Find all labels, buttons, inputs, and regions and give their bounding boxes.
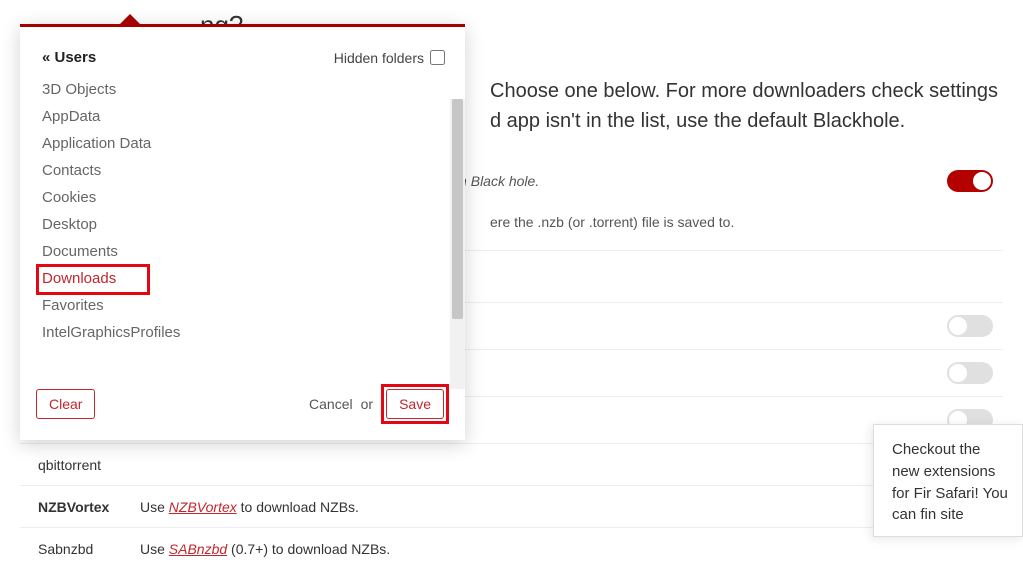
qbittorrent-label: qbittorrent <box>20 457 140 473</box>
generic-toggle-1[interactable] <box>947 315 993 337</box>
hidden-folders-toggle[interactable]: Hidden folders <box>334 50 445 66</box>
folder-item[interactable]: Application Data <box>42 130 449 157</box>
scrollbar[interactable] <box>450 99 465 389</box>
hidden-folders-checkbox[interactable] <box>430 50 445 65</box>
blackhole-toggle[interactable] <box>947 170 993 192</box>
folder-item[interactable]: Downloads <box>42 265 449 292</box>
page-subtitle: Choose one below. For more downloaders c… <box>490 76 1003 136</box>
folder-item[interactable]: 3D Objects <box>42 76 449 103</box>
generic-toggle-2[interactable] <box>947 362 993 384</box>
cancel-button[interactable]: Cancel <box>309 396 353 412</box>
folder-item[interactable]: Cookies <box>42 184 449 211</box>
popup-footer: Clear Cancel or Save <box>36 366 449 424</box>
row-nzbvortex: NZBVortex Use NZBVortex to download NZBs… <box>20 485 1003 527</box>
nzbvortex-label: NZBVortex <box>20 499 140 515</box>
nzbvortex-link[interactable]: NZBVortex <box>169 499 237 515</box>
clear-button[interactable]: Clear <box>36 389 95 419</box>
row-sabnzbd: Sabnzbd Use SABnzbd (0.7+) to download N… <box>20 527 1003 569</box>
blackhole-help: ere the .nzb (or .torrent) file is saved… <box>490 204 1003 250</box>
save-button[interactable]: Save <box>386 389 444 419</box>
folder-item[interactable]: Desktop <box>42 211 449 238</box>
folder-list-container: 3D ObjectsAppDataApplication DataContact… <box>36 76 449 366</box>
folder-picker-popup: « Users Hidden folders 3D ObjectsAppData… <box>20 24 465 440</box>
popup-arrow-icon <box>120 14 140 24</box>
scrollbar-thumb[interactable] <box>452 99 463 319</box>
notification-text: Checkout the new extensions for Fir Safa… <box>892 441 1008 523</box>
folder-list: 3D ObjectsAppDataApplication DataContact… <box>36 76 449 366</box>
hidden-folders-label: Hidden folders <box>334 50 424 66</box>
folder-item[interactable]: Documents <box>42 238 449 265</box>
folder-item[interactable]: Favorites <box>42 292 449 319</box>
folder-item[interactable]: AppData <box>42 103 449 130</box>
save-highlight: Save <box>381 384 449 424</box>
or-text: or <box>361 396 373 412</box>
row-qbittorrent: qbittorrent <box>20 443 1003 485</box>
folder-item[interactable]: IntelGraphicsProfiles <box>42 319 449 346</box>
breadcrumb[interactable]: « Users <box>42 49 96 66</box>
extension-notification[interactable]: Checkout the new extensions for Fir Safa… <box>873 424 1023 537</box>
folder-item[interactable]: Contacts <box>42 157 449 184</box>
popup-header: « Users Hidden folders <box>36 43 449 76</box>
